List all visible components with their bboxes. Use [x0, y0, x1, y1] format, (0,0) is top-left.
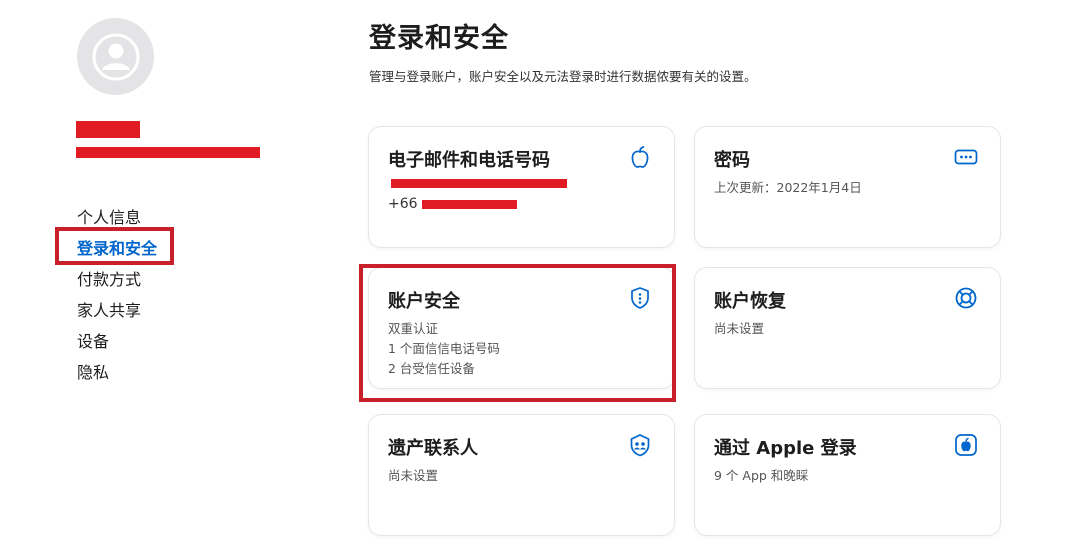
sidebar-item-payment-methods[interactable]: 付款方式	[77, 264, 157, 295]
card-title: 电子邮件和电话号码	[388, 150, 550, 171]
password-dots-icon	[954, 145, 978, 169]
card-line: 尚未设置	[714, 321, 765, 336]
sidebar-item-privacy[interactable]: 隐私	[77, 357, 157, 388]
redacted-name	[76, 121, 140, 138]
card-line: 尚未设置	[388, 468, 439, 483]
redacted-email	[76, 147, 260, 158]
page-subtitle: 管理与登录账户，账户安全以及元法登录时进行数据侬要有关的设置。	[369, 69, 757, 84]
apple-square-icon	[954, 433, 978, 457]
sidebar-item-sign-in-security[interactable]: 登录和安全	[77, 233, 157, 264]
card-legacy-contact[interactable]: 遗产联系人 尚未设置	[369, 415, 674, 535]
card-title: 密码	[714, 150, 750, 171]
sidebar-item-family-sharing[interactable]: 家人共享	[77, 295, 157, 326]
card-title: 账户安全	[388, 291, 460, 312]
card-password[interactable]: 密码 上次更新：2022年1月4日	[695, 127, 1000, 247]
card-line: 2 台受信任设备	[388, 361, 475, 376]
sidebar-item-devices[interactable]: 设备	[77, 326, 157, 357]
card-line: 9 个 App 和晚睬	[714, 468, 809, 483]
legacy-contact-icon	[628, 433, 652, 457]
redacted-phone-value	[422, 200, 517, 209]
redacted-email-value	[391, 179, 567, 188]
card-account-recovery[interactable]: 账户恢复 尚未设置	[695, 268, 1000, 388]
lifebuoy-icon	[954, 286, 978, 310]
apple-icon	[628, 145, 652, 169]
card-line: 上次更新：2022年1月4日	[714, 180, 862, 195]
page-title: 登录和安全	[369, 23, 509, 54]
card-email-phone[interactable]: 电子邮件和电话号码 +66	[369, 127, 674, 247]
card-sign-in-with-apple[interactable]: 通过 Apple 登录 9 个 App 和晚睬	[695, 415, 1000, 535]
sidebar-item-personal-info[interactable]: 个人信息	[77, 202, 157, 233]
sidebar-nav: 个人信息 登录和安全 付款方式 家人共享 设备 隐私	[77, 202, 157, 388]
card-title: 遗产联系人	[388, 438, 478, 459]
card-line: 1 个面信信电话号码	[388, 341, 500, 356]
card-phone-prefix: +66	[388, 196, 418, 212]
card-account-security[interactable]: 账户安全 双重认证 1 个面信信电话号码 2 台受信任设备	[369, 268, 674, 388]
shield-icon	[628, 286, 652, 310]
card-title: 账户恢复	[714, 291, 786, 312]
card-title: 通过 Apple 登录	[714, 438, 857, 459]
avatar[interactable]	[77, 18, 154, 95]
card-line: 双重认证	[388, 321, 439, 336]
person-icon	[92, 33, 139, 80]
